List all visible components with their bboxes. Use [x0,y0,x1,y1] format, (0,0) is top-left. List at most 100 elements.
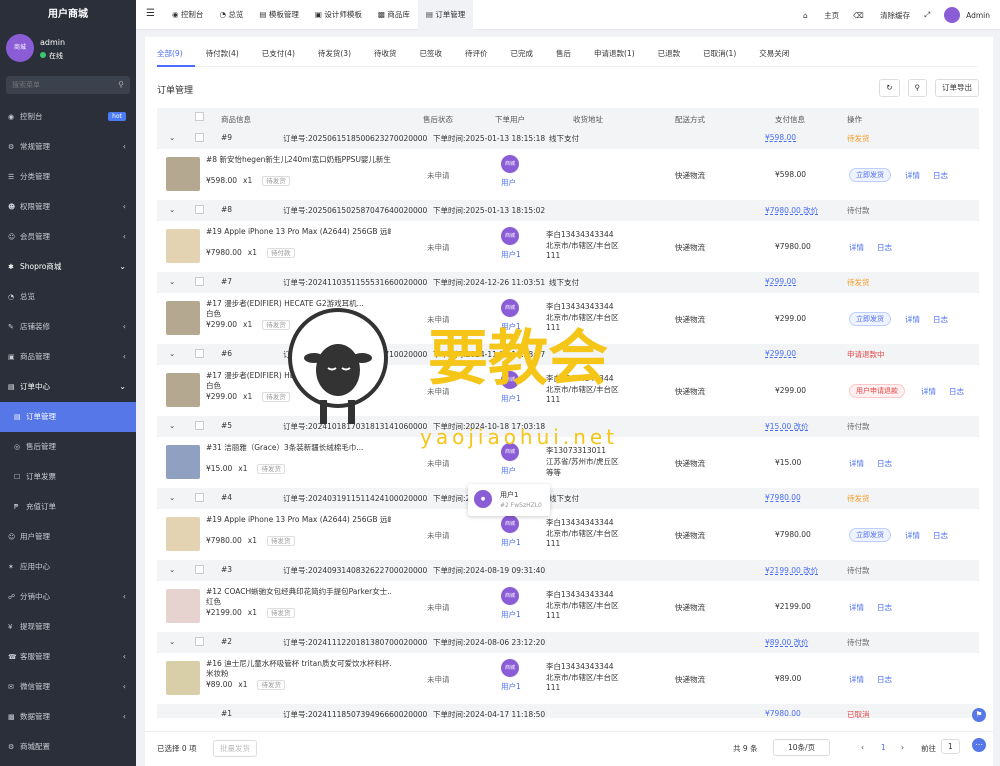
notification-icon[interactable]: ⚑ [972,708,986,722]
detail-link[interactable]: 详情 [849,242,864,253]
status-tab[interactable]: 交易关闭 [748,43,801,67]
send-goods-button[interactable]: 立即发货 [849,528,891,542]
detail-link[interactable]: 详情 [905,314,920,325]
status-tab[interactable]: 待收货 [363,43,409,67]
detail-link[interactable]: 详情 [921,386,936,397]
tab-designer-template[interactable]: ▣ 设计师模板 [307,0,370,30]
status-tab[interactable]: 全部(9) [157,43,195,67]
detail-link[interactable]: 详情 [849,674,864,685]
pay-total[interactable]: ¥598.00 [765,133,796,142]
sidebar-item-order-manage[interactable]: ▤ 订单管理 [0,402,136,432]
prev-page-icon[interactable]: ‹ [861,743,864,752]
goods-name[interactable]: #12 COACH蜥驰女包经典印花简约手提包Parker女士... [206,586,391,597]
row-checkbox[interactable] [195,421,204,430]
home-link[interactable]: ⌂ 主页 [803,10,839,21]
refresh-button[interactable]: ↻ [879,79,900,97]
user-avatar[interactable]: 商城 [501,659,519,677]
row-checkbox[interactable] [195,349,204,358]
status-tab[interactable]: 售后 [545,43,583,67]
tab-goods-library[interactable]: ▩ 商品库 [370,0,418,30]
goods-thumbnail[interactable] [166,517,200,551]
search-icon[interactable]: ⚲ [118,80,124,89]
page-size-select[interactable]: 10条/页 [773,739,831,756]
user-name[interactable]: 用户1 [501,321,521,332]
user-avatar[interactable]: 商城 [501,227,519,245]
user-avatar[interactable]: 商城 [501,443,519,461]
sidebar-item-order-center[interactable]: ▤ 订单中心 ⌄ [0,372,136,402]
sidebar-item-apps[interactable]: ✶ 应用中心 [0,552,136,582]
expand-chevron-icon[interactable]: ⌄ [169,205,175,214]
log-link[interactable]: 日志 [877,458,892,469]
tab-overview[interactable]: ◔ 总览 [211,0,251,30]
tab-order-manage[interactable]: ▤ 订单管理 [417,0,474,30]
sidebar-item-data[interactable]: ▩ 数据管理 ‹ [0,702,136,732]
sidebar-item-invoice[interactable]: ☐ 订单发票 [0,462,136,492]
status-tab[interactable]: 已退款 [647,43,693,67]
sidebar-item-shopro[interactable]: ✱ Shopro商城 ⌄ [0,252,136,282]
user-avatar[interactable]: 商城 [501,515,519,533]
sidebar-item-wechat[interactable]: ✉ 微信管理 ‹ [0,672,136,702]
expand-chevron-icon[interactable]: ⌄ [169,349,175,358]
goods-name[interactable]: #17 漫步者(EDIFIER) HECATE G2游戏耳机... [206,298,391,309]
goods-thumbnail[interactable] [166,661,200,695]
sidebar-item-config[interactable]: ⚙ 商城配置 [0,732,136,762]
expand-chevron-icon[interactable]: ⌄ [169,565,175,574]
log-link[interactable]: 日志 [949,386,964,397]
pay-total[interactable]: ¥89.00 改价 [765,637,809,648]
sidebar-item-withdraw[interactable]: ¥ 提现管理 [0,612,136,642]
sidebar-item-recharge[interactable]: ₱ 充值订单 [0,492,136,522]
menu-search-input[interactable] [6,76,130,94]
expand-chevron-icon[interactable]: ⌄ [169,493,175,502]
sidebar-item-member[interactable]: ☺ 会员管理 ‹ [0,222,136,252]
user-avatar[interactable]: 商城 [501,155,519,173]
user-avatar[interactable]: 商城 [501,371,519,389]
batch-send-button[interactable]: 批量发货 [213,740,257,757]
goods-thumbnail[interactable] [166,229,200,263]
avatar[interactable]: 商城 [6,34,34,62]
sidebar-item-service[interactable]: ☎ 客服管理 ‹ [0,642,136,672]
status-tab[interactable]: 待发货(3) [307,43,363,67]
log-link[interactable]: 日志 [877,602,892,613]
goods-name[interactable]: #8 新安怡hegen新生儿240ml宽口奶瓶PPSU婴儿新生... [206,154,391,165]
chat-icon[interactable]: ⋯ [972,738,986,752]
goods-name[interactable]: #31 洁丽雅（Grace）3条装新疆长绒棉毛巾... [206,442,391,453]
sidebar-item-category[interactable]: ☰ 分类管理 [0,162,136,192]
goods-thumbnail[interactable] [166,445,200,479]
send-goods-button[interactable]: 立即发货 [849,168,891,182]
tab-dashboard[interactable]: ◉ 控制台 [164,0,211,30]
goto-input[interactable]: 1 [941,739,960,754]
pay-total[interactable]: ¥299.00 [765,349,796,358]
user-name[interactable]: 用户 [501,177,516,188]
user-name[interactable]: 用户1 [501,393,521,404]
sidebar-item-decorate[interactable]: ✎ 店铺装修 ‹ [0,312,136,342]
menu-toggle-icon[interactable]: ☰ [146,8,155,19]
log-link[interactable]: 日志 [933,170,948,181]
status-tab[interactable]: 已取消(1) [692,43,748,67]
page-number[interactable]: 1 [881,743,886,752]
pay-total[interactable]: ¥7980.00 [765,709,801,718]
detail-link[interactable]: 详情 [905,170,920,181]
sidebar-item-dashboard[interactable]: ◉ 控制台 hot [0,102,136,132]
goods-thumbnail[interactable] [166,301,200,335]
detail-link[interactable]: 详情 [849,602,864,613]
goods-name[interactable]: #17 漫步者(EDIFIER) HECATE G2游戏耳机... [206,370,391,381]
detail-link[interactable]: 详情 [849,458,864,469]
tab-template[interactable]: ▤ 模板管理 [251,0,306,30]
status-tab[interactable]: 申请退款(1) [583,43,647,67]
sidebar-item-goods[interactable]: ▣ 商品管理 ‹ [0,342,136,372]
sidebar-item-aftersale[interactable]: ◎ 售后管理 [0,432,136,462]
sidebar-item-overview[interactable]: ◔ 总览 [0,282,136,312]
expand-chevron-icon[interactable]: ⌄ [169,133,175,142]
detail-link[interactable]: 详情 [905,530,920,541]
pay-total[interactable]: ¥7980.00 [765,493,801,502]
log-link[interactable]: 日志 [877,674,892,685]
goods-thumbnail[interactable] [166,157,200,191]
user-name[interactable]: 用户1 [501,681,521,692]
goods-name[interactable]: #19 Apple iPhone 13 Pro Max (A2644) 256G… [206,514,391,525]
status-tab[interactable]: 已支付(4) [251,43,307,67]
row-checkbox[interactable] [195,493,204,502]
sidebar-item-general[interactable]: ⚙ 常规管理 ‹ [0,132,136,162]
goods-name[interactable]: #16 迪士尼儿童水杯吸管杯 tritan质女可爱饮水杯料杯... [206,658,391,669]
status-tab[interactable]: 待付款(4) [195,43,251,67]
log-link[interactable]: 日志 [933,530,948,541]
